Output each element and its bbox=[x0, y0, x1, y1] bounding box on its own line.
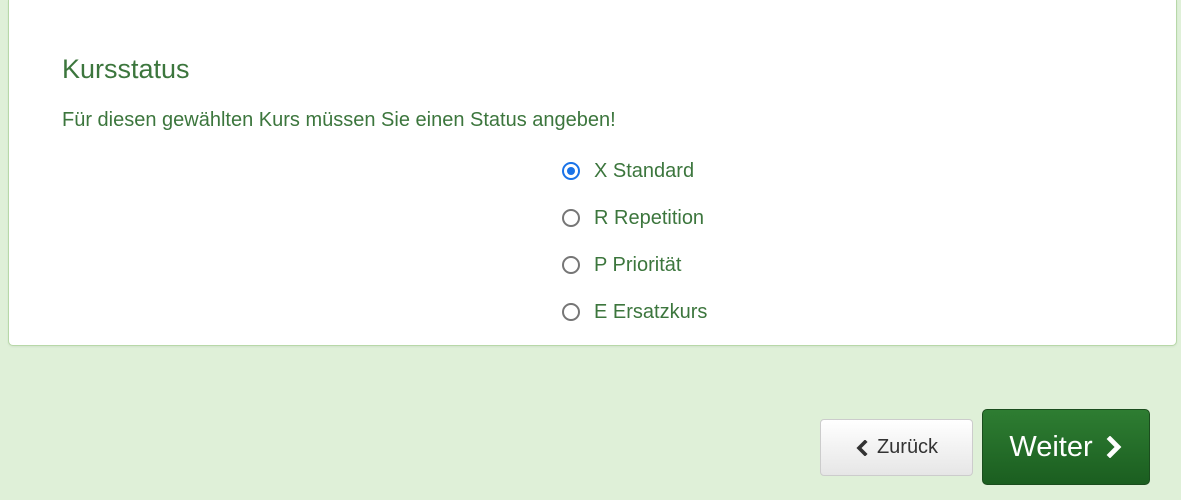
radio-label-prioritaet[interactable]: P Priorität bbox=[594, 252, 681, 278]
back-button[interactable]: Zurück bbox=[820, 419, 973, 476]
radio-button-ersatzkurs[interactable] bbox=[562, 302, 580, 321]
radio-button-standard[interactable] bbox=[562, 161, 580, 180]
next-button-label: Weiter bbox=[1009, 430, 1093, 463]
course-status-card: Kursstatus Für diesen gewählten Kurs müs… bbox=[8, 0, 1177, 346]
radio-option-prioritaet[interactable]: P Priorität bbox=[562, 241, 707, 288]
radio-label-repetition[interactable]: R Repetition bbox=[594, 205, 704, 231]
card-title: Kursstatus bbox=[62, 54, 190, 84]
radio-button-repetition[interactable] bbox=[562, 208, 580, 227]
chevron-left-icon bbox=[855, 439, 869, 456]
card-instruction: Für diesen gewählten Kurs müssen Sie ein… bbox=[62, 109, 616, 131]
radio-option-ersatzkurs[interactable]: E Ersatzkurs bbox=[562, 288, 707, 335]
radio-label-standard[interactable]: X Standard bbox=[594, 158, 694, 184]
radio-option-standard[interactable]: X Standard bbox=[562, 147, 707, 194]
status-radio-group: X Standard R Repetition P Priorität E Er… bbox=[562, 147, 707, 335]
radio-button-prioritaet[interactable] bbox=[562, 255, 580, 274]
radio-label-ersatzkurs[interactable]: E Ersatzkurs bbox=[594, 299, 707, 325]
back-button-label: Zurück bbox=[876, 436, 939, 458]
next-button[interactable]: Weiter bbox=[982, 409, 1150, 485]
radio-option-repetition[interactable]: R Repetition bbox=[562, 194, 707, 241]
chevron-right-icon bbox=[1105, 436, 1123, 458]
